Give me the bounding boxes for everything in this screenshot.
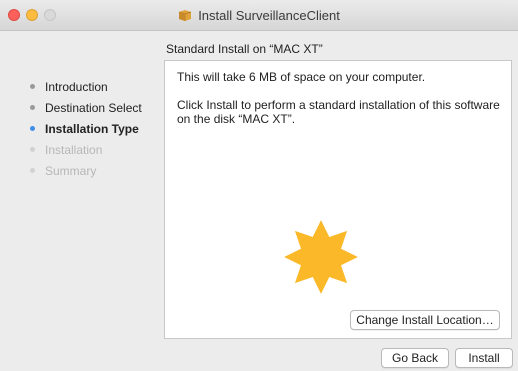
installer-window: Install SurveillanceClient Introduction … (0, 0, 518, 371)
title-bar[interactable]: Install SurveillanceClient (0, 0, 518, 31)
step-label: Installation (45, 142, 103, 157)
step-label: Destination Select (45, 100, 142, 115)
window-title-group: Install SurveillanceClient (0, 0, 518, 30)
go-back-button[interactable]: Go Back (381, 348, 449, 368)
step-label: Introduction (45, 79, 108, 94)
space-required-text: This will take 6 MB of space on your com… (177, 70, 426, 84)
step-bullet (30, 147, 35, 152)
installer-steps: Introduction Destination Select Installa… (22, 76, 162, 181)
step-label: Summary (45, 163, 97, 178)
change-install-location-button[interactable]: Change Install Location… (350, 310, 500, 330)
step-bullet (30, 84, 35, 89)
install-instructions-text: Click Install to perform a standard inst… (177, 98, 500, 126)
step-introduction: Introduction (22, 76, 162, 97)
step-bullet-active (30, 126, 35, 131)
badge-star-icon (284, 220, 358, 294)
step-summary: Summary (22, 160, 162, 181)
step-bullet (30, 168, 35, 173)
step-destination-select: Destination Select (22, 97, 162, 118)
install-button[interactable]: Install (455, 348, 513, 368)
page-title: Standard Install on “MAC XT” (166, 42, 323, 56)
step-installation: Installation (22, 139, 162, 160)
window-title: Install SurveillanceClient (198, 7, 340, 23)
step-installation-type: Installation Type (22, 118, 162, 139)
package-icon (179, 10, 192, 21)
step-label: Installation Type (45, 121, 139, 136)
step-bullet (30, 105, 35, 110)
content-panel: This will take 6 MB of space on your com… (164, 60, 512, 339)
